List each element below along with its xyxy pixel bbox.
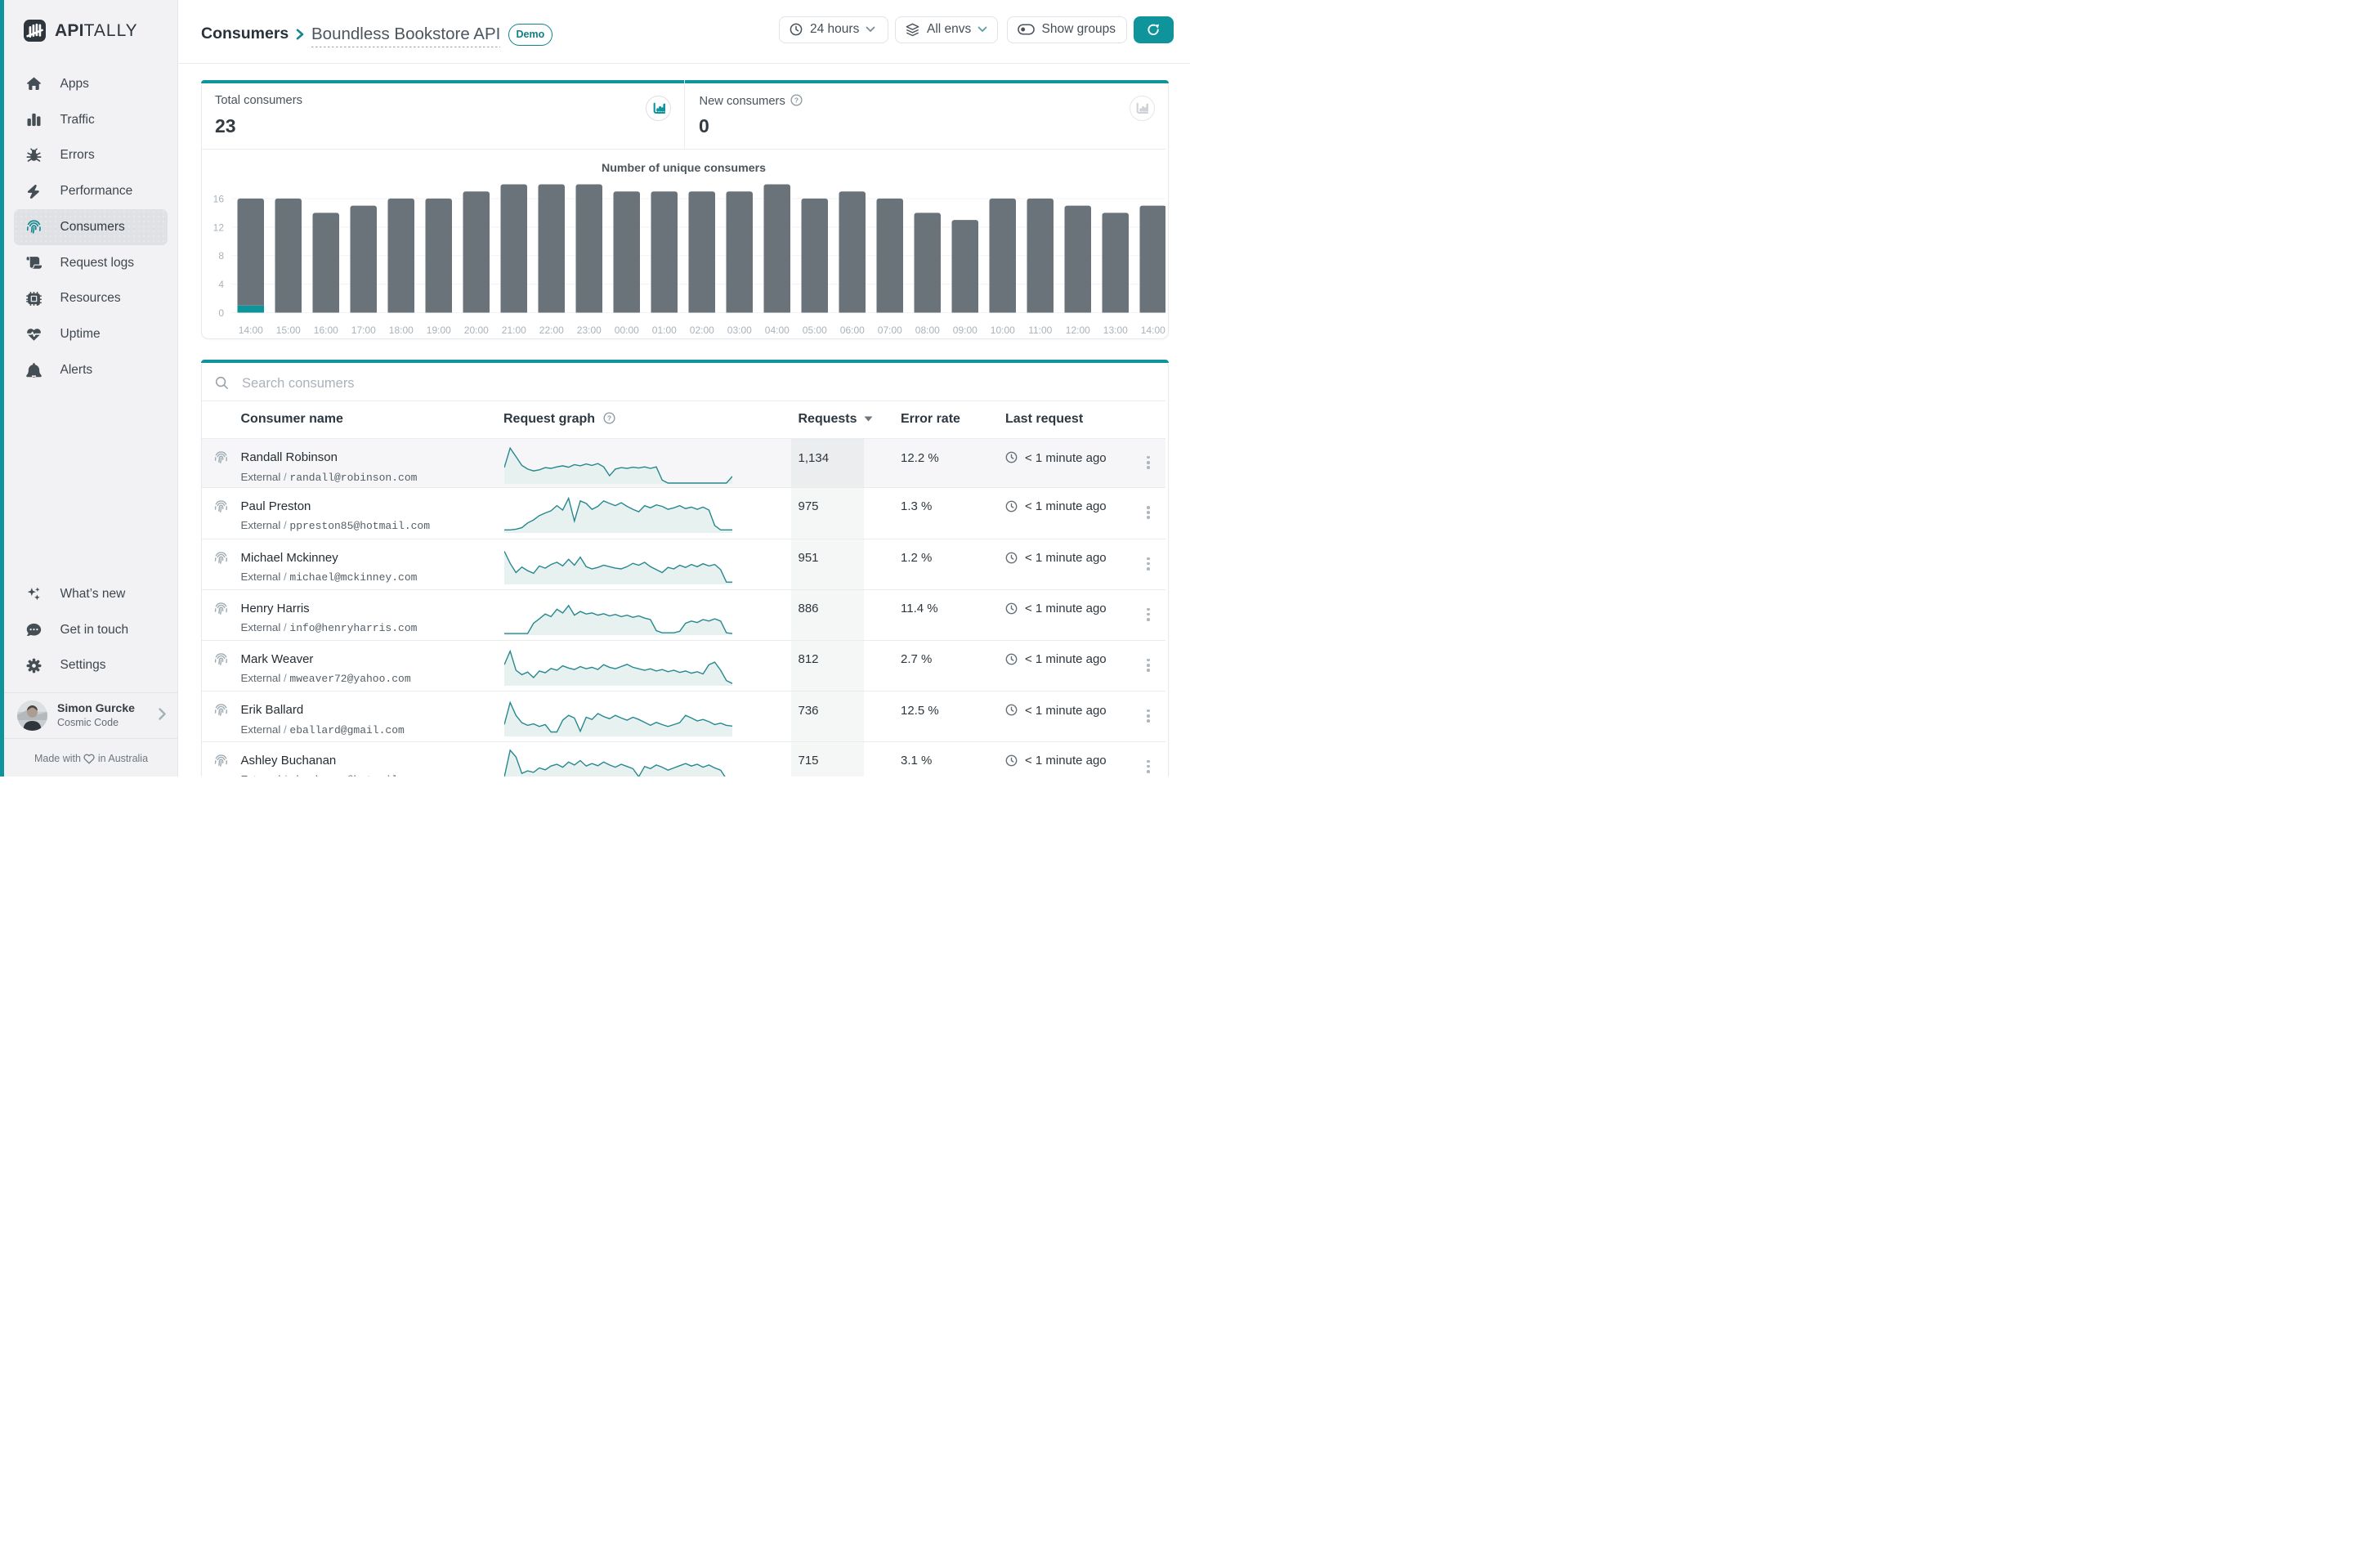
svg-text:14:00: 14:00 — [239, 324, 263, 336]
svg-text:01:00: 01:00 — [652, 324, 677, 336]
svg-text:02:00: 02:00 — [690, 324, 714, 336]
svg-text:17:00: 17:00 — [351, 324, 376, 336]
svg-text:00:00: 00:00 — [615, 324, 639, 336]
svg-text:10:00: 10:00 — [991, 324, 1015, 336]
svg-text:?: ? — [607, 414, 611, 422]
svg-text:12: 12 — [213, 222, 225, 233]
svg-text:14:00: 14:00 — [1141, 324, 1165, 336]
svg-text:22:00: 22:00 — [539, 324, 564, 336]
svg-text:04:00: 04:00 — [765, 324, 790, 336]
svg-text:06:00: 06:00 — [840, 324, 865, 336]
svg-text:8: 8 — [218, 250, 224, 262]
svg-text:19:00: 19:00 — [427, 324, 451, 336]
svg-text:15:00: 15:00 — [276, 324, 301, 336]
svg-text:23:00: 23:00 — [577, 324, 602, 336]
svg-text:16:00: 16:00 — [314, 324, 338, 336]
svg-text:13:00: 13:00 — [1103, 324, 1128, 336]
svg-text:09:00: 09:00 — [953, 324, 978, 336]
svg-text:4: 4 — [218, 279, 224, 290]
svg-text:05:00: 05:00 — [803, 324, 827, 336]
svg-text:18:00: 18:00 — [389, 324, 414, 336]
svg-text:03:00: 03:00 — [727, 324, 752, 336]
svg-text:12:00: 12:00 — [1066, 324, 1090, 336]
svg-text:11:00: 11:00 — [1028, 324, 1052, 336]
svg-text:21:00: 21:00 — [502, 324, 526, 336]
svg-text:0: 0 — [218, 307, 224, 319]
svg-text:20:00: 20:00 — [464, 324, 489, 336]
svg-text:?: ? — [794, 96, 799, 104]
svg-text:07:00: 07:00 — [878, 324, 902, 336]
svg-text:16: 16 — [213, 193, 225, 204]
svg-text:08:00: 08:00 — [915, 324, 940, 336]
